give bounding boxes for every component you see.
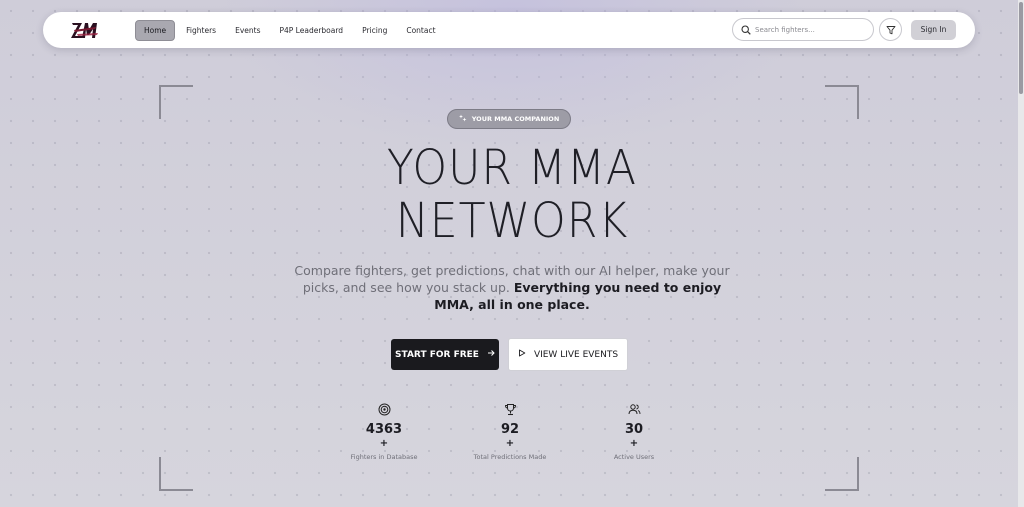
view-live-events-label: VIEW LIVE EVENTS <box>533 349 619 360</box>
stat-fighters: 4363 + Fighters in Database <box>334 403 434 461</box>
filter-icon <box>886 20 896 39</box>
badge-label: YOUR MMA COMPANION <box>471 115 560 123</box>
search-box[interactable] <box>732 18 874 41</box>
search-icon <box>741 20 751 39</box>
stat-value: 30 <box>624 422 644 437</box>
corner-bracket-top-left <box>159 85 193 119</box>
corner-bracket-top-right <box>825 85 859 119</box>
hero-title-line-2: NETWORK <box>395 193 629 249</box>
sign-in-button[interactable]: Sign In <box>911 20 956 40</box>
stat-suffix: + <box>505 438 515 449</box>
hero-title: YOUR MMA NETWORK <box>262 142 762 248</box>
stat-value: 92 <box>500 422 520 437</box>
nav-contact[interactable]: Contact <box>398 20 443 41</box>
nav-pricing[interactable]: Pricing <box>354 20 395 41</box>
stat-value: 4363 <box>365 422 403 437</box>
top-navbar: Home Fighters Events P4P Leaderboard Pri… <box>43 12 975 48</box>
trophy-icon <box>460 403 560 418</box>
start-for-free-label: START FOR FREE <box>395 349 479 360</box>
hero-title-line-1: YOUR MMA <box>386 140 638 196</box>
nav-p4p-leaderboard[interactable]: P4P Leaderboard <box>271 20 351 41</box>
sparkle-icon <box>458 114 467 124</box>
hero-badge: YOUR MMA COMPANION <box>447 109 571 129</box>
filter-button[interactable] <box>879 18 902 41</box>
stat-suffix: + <box>379 438 389 449</box>
page-scrollbar[interactable] <box>1018 0 1024 507</box>
search-input[interactable] <box>755 25 865 34</box>
scrollbar-thumb[interactable] <box>1019 2 1023 94</box>
nav-events[interactable]: Events <box>227 20 268 41</box>
start-for-free-button[interactable]: START FOR FREE <box>391 339 499 370</box>
hero-subtitle: Compare fighters, get predictions, chat … <box>294 262 730 313</box>
stat-label: Total Predictions Made <box>473 453 547 461</box>
stat-predictions: 92 + Total Predictions Made <box>460 403 560 461</box>
stat-label: Active Users <box>613 453 655 461</box>
users-icon <box>584 403 684 418</box>
brand-logo[interactable] <box>71 21 99 39</box>
play-icon <box>518 349 526 360</box>
view-live-events-button[interactable]: VIEW LIVE EVENTS <box>508 338 628 371</box>
corner-bracket-bottom-left <box>159 457 193 491</box>
nav-fighters[interactable]: Fighters <box>178 20 224 41</box>
nav-home[interactable]: Home <box>135 20 176 41</box>
arrow-right-icon <box>487 349 495 360</box>
stat-label: Fighters in Database <box>350 453 418 461</box>
target-icon <box>334 403 434 418</box>
corner-bracket-bottom-right <box>825 457 859 491</box>
nav-links: Home Fighters Events P4P Leaderboard Pri… <box>135 20 447 41</box>
stat-users: 30 + Active Users <box>584 403 684 461</box>
stat-suffix: + <box>629 438 639 449</box>
